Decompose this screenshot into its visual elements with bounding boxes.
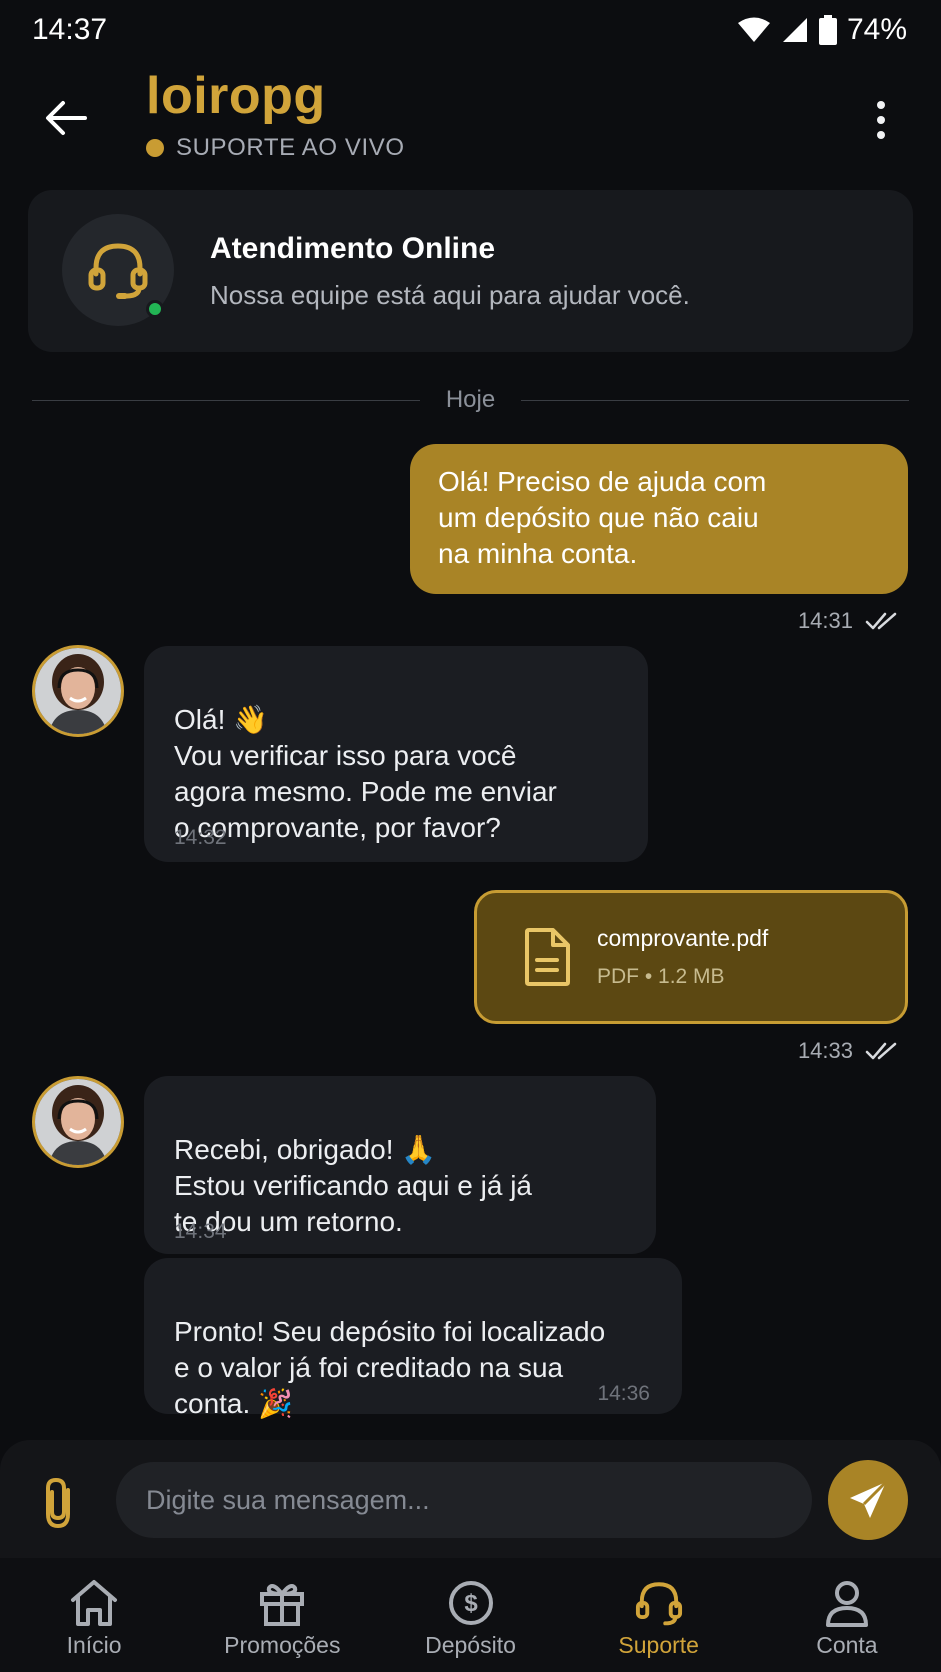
message-meta: 14:31: [798, 608, 899, 634]
support-status-card: Atendimento Online Nossa equipe está aqu…: [28, 190, 913, 352]
message-composer: [0, 1440, 941, 1558]
support-subtitle: Nossa equipe está aqui para ajudar você.: [210, 280, 690, 310]
live-label: SUPORTE AO VIVO: [176, 134, 405, 161]
wifi-icon: [737, 17, 770, 42]
user-message-bubble[interactable]: Olá! Preciso de ajuda com um depósito qu…: [410, 444, 908, 594]
nav-item-conta[interactable]: Conta: [753, 1558, 941, 1672]
agent-avatar: [32, 645, 124, 737]
back-button[interactable]: [36, 88, 96, 148]
agent-avatar: [32, 1076, 124, 1168]
send-icon: [850, 1480, 888, 1518]
file-name: comprovante.pdf: [597, 925, 769, 951]
message-time: 14:36: [597, 1382, 650, 1405]
message-text: Pronto! Seu depósito foi localizado e o …: [174, 1316, 606, 1419]
status-icons: 74%: [737, 13, 907, 47]
battery-level: 74%: [846, 13, 907, 46]
double-check-icon: [865, 1042, 897, 1060]
user-icon: [825, 1581, 868, 1627]
file-document-icon: [525, 928, 570, 986]
double-check-icon: [865, 612, 897, 630]
nav-item-promocoes[interactable]: Promoções: [188, 1558, 376, 1672]
nav-label: Promoções: [224, 1632, 341, 1658]
more-dot-icon: [877, 101, 885, 109]
divider-line: [32, 399, 420, 401]
send-button[interactable]: [828, 1460, 908, 1540]
dollar-circle-icon: $: [448, 1581, 493, 1625]
online-status-dot: [146, 300, 164, 318]
bottom-navigation: Início Promoções $ Depósito Suporte Cont…: [0, 1558, 941, 1672]
headset-icon: [88, 243, 148, 299]
gift-icon: [260, 1584, 305, 1626]
message-time: 14:31: [797, 608, 853, 633]
headset-icon: [635, 1582, 682, 1626]
message-input[interactable]: [116, 1462, 812, 1538]
nav-item-deposito[interactable]: $ Depósito: [376, 1558, 564, 1672]
signal-icon: [782, 18, 807, 42]
message-time: 14:34: [174, 1220, 227, 1243]
arrow-left-icon: [46, 101, 87, 135]
battery-icon: [818, 15, 837, 45]
file-attachment-message[interactable]: comprovante.pdf PDF • 1.2 MB: [474, 890, 908, 1024]
file-meta: PDF • 1.2 MB: [597, 965, 725, 988]
message-time: 14:32: [174, 826, 227, 849]
nav-label: Conta: [816, 1632, 878, 1658]
nav-label: Início: [66, 1632, 122, 1658]
nav-item-inicio[interactable]: Início: [0, 1558, 188, 1672]
agent-photo-icon: [35, 1079, 121, 1165]
attach-button[interactable]: [38, 1476, 88, 1532]
message-time: 14:33: [797, 1038, 853, 1063]
day-label: Hoje: [445, 386, 496, 413]
nav-item-suporte[interactable]: Suporte: [565, 1558, 753, 1672]
agent-message-bubble[interactable]: Pronto! Seu depósito foi localizado e o …: [144, 1258, 682, 1419]
home-icon: [71, 1580, 118, 1626]
live-support-indicator: SUPORTE AO VIVO: [146, 134, 405, 162]
day-divider: Hoje: [32, 380, 910, 420]
support-title: Atendimento Online: [210, 232, 495, 265]
status-time: 14:37: [32, 13, 108, 46]
more-dot-icon: [877, 116, 885, 124]
agent-message-bubble[interactable]: Recebi, obrigado! 🙏 Estou verificando aq…: [144, 1076, 656, 1254]
live-dot-icon: [146, 139, 164, 157]
agent-photo-icon: [35, 648, 121, 734]
nav-label: Suporte: [618, 1632, 699, 1658]
chat-header: loiropg SUPORTE AO VIVO: [0, 60, 941, 170]
more-options-button[interactable]: [861, 90, 901, 150]
message-text: Recebi, obrigado! 🙏 Estou verificando aq…: [174, 1134, 532, 1237]
divider-line: [521, 399, 910, 401]
svg-text:$: $: [464, 1590, 478, 1617]
status-bar: 14:37 74%: [0, 0, 941, 60]
more-dot-icon: [877, 131, 885, 139]
agent-message-bubble[interactable]: Olá! 👋 Vou verificar isso para você agor…: [144, 646, 648, 862]
nav-label: Depósito: [425, 1632, 516, 1658]
paperclip-icon: [46, 1477, 70, 1529]
message-meta: 14:33: [798, 1038, 899, 1064]
brand-logo: loiropg: [146, 67, 326, 125]
message-text: Olá! 👋 Vou verificar isso para você agor…: [174, 704, 557, 843]
